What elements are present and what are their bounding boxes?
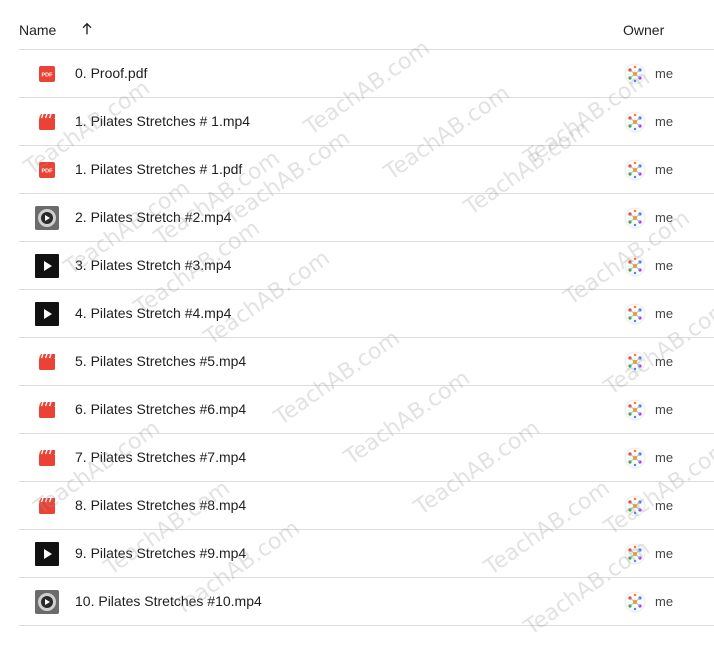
file-name: 9. Pilates Stretches #9.mp4: [75, 545, 247, 561]
file-row[interactable]: PDF 0. Proof.pdf me: [19, 50, 714, 98]
file-name: 6. Pilates Stretches #6.mp4: [75, 401, 247, 417]
video-file-icon: [35, 590, 59, 614]
file-name: 7. Pilates Stretches #7.mp4: [75, 449, 247, 465]
video-file-icon: [35, 350, 59, 374]
owner-label: me: [655, 498, 674, 513]
owner-label: me: [655, 66, 674, 81]
arrow-upward-icon[interactable]: [79, 21, 95, 37]
file-row[interactable]: 2. Pilates Stretch #2.mp4 me: [19, 194, 714, 242]
owner-label: me: [655, 450, 674, 465]
video-file-icon: [35, 110, 59, 134]
owner-avatar: [624, 255, 646, 277]
video-file-icon: [35, 446, 59, 470]
file-name: 10. Pilates Stretches #10.mp4: [75, 593, 262, 609]
owner-avatar: [624, 543, 646, 565]
owner-avatar: [624, 495, 646, 517]
file-row[interactable]: 9. Pilates Stretches #9.mp4 me: [19, 530, 714, 578]
file-name: 1. Pilates Stretches # 1.pdf: [75, 161, 243, 177]
video-file-icon: [35, 398, 59, 422]
owner-label: me: [655, 402, 674, 417]
owner-avatar: [624, 351, 646, 373]
file-name: 2. Pilates Stretch #2.mp4: [75, 209, 232, 225]
video-file-icon: [35, 206, 59, 230]
owner-column-header[interactable]: Owner: [623, 22, 664, 38]
owner-avatar: [624, 591, 646, 613]
file-row[interactable]: 5. Pilates Stretches #5.mp4 me: [19, 338, 714, 386]
owner-label: me: [655, 594, 674, 609]
video-file-icon: [35, 542, 59, 566]
file-list: PDF 0. Proof.pdf me 1. Pilates Stretches #…: [19, 50, 714, 626]
owner-label: me: [655, 306, 674, 321]
file-name: 0. Proof.pdf: [75, 65, 148, 81]
pdf-file-icon: PDF: [35, 62, 59, 86]
owner-label: me: [655, 546, 674, 561]
file-row[interactable]: 6. Pilates Stretches #6.mp4 me: [19, 386, 714, 434]
file-row[interactable]: 4. Pilates Stretch #4.mp4 me: [19, 290, 714, 338]
file-name: 3. Pilates Stretch #3.mp4: [75, 257, 232, 273]
file-row[interactable]: 8. Pilates Stretches #8.mp4 me: [19, 482, 714, 530]
file-row[interactable]: 10. Pilates Stretches #10.mp4 me: [19, 578, 714, 626]
svg-text:PDF: PDF: [42, 169, 54, 175]
owner-avatar: [624, 447, 646, 469]
video-file-icon: [35, 494, 59, 518]
file-name: 5. Pilates Stretches #5.mp4: [75, 353, 247, 369]
owner-avatar: [624, 159, 646, 181]
file-row[interactable]: 7. Pilates Stretches #7.mp4 me: [19, 434, 714, 482]
file-row[interactable]: 3. Pilates Stretch #3.mp4 me: [19, 242, 714, 290]
owner-label: me: [655, 210, 674, 225]
owner-label: me: [655, 354, 674, 369]
file-name: 1. Pilates Stretches # 1.mp4: [75, 113, 251, 129]
owner-avatar: [624, 207, 646, 229]
file-list-header: Name Owner: [19, 13, 714, 50]
owner-avatar: [624, 399, 646, 421]
owner-avatar: [624, 111, 646, 133]
owner-label: me: [655, 162, 674, 177]
file-row[interactable]: 1. Pilates Stretches # 1.mp4 me: [19, 98, 714, 146]
owner-avatar: [624, 303, 646, 325]
video-file-icon: [35, 254, 59, 278]
owner-avatar: [624, 63, 646, 85]
file-name: 4. Pilates Stretch #4.mp4: [75, 305, 232, 321]
owner-label: me: [655, 258, 674, 273]
file-name: 8. Pilates Stretches #8.mp4: [75, 497, 247, 513]
svg-text:PDF: PDF: [42, 73, 54, 79]
name-column-header[interactable]: Name: [19, 22, 56, 38]
pdf-file-icon: PDF: [35, 158, 59, 182]
file-row[interactable]: PDF 1. Pilates Stretches # 1.pdf me: [19, 146, 714, 194]
video-file-icon: [35, 302, 59, 326]
owner-label: me: [655, 114, 674, 129]
